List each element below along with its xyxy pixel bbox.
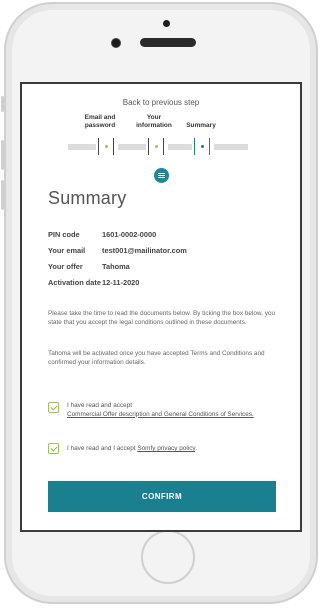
- terms-checkbox[interactable]: [48, 402, 59, 413]
- privacy-policy-link[interactable]: Somfy privacy policy: [137, 445, 195, 452]
- menu-icon: [154, 168, 169, 183]
- step-complete-dot: [105, 145, 108, 148]
- front-camera: [111, 38, 121, 48]
- step-label-summary: Summary: [186, 122, 216, 129]
- earpiece-speaker: [140, 38, 196, 47]
- summary-value: 1601-0002-0000: [102, 229, 157, 239]
- summary-row: Activation date 12-11-2020: [48, 274, 288, 290]
- step-indicator-2: [148, 138, 164, 155]
- confirm-button[interactable]: CONFIRM: [48, 481, 276, 512]
- app-screen: Back to previous step Email and password…: [20, 82, 302, 532]
- volume-down-button: [1, 180, 4, 210]
- step-indicator-1: [98, 138, 114, 155]
- page-title: Summary: [48, 188, 127, 208]
- step-current-dot: [201, 145, 204, 148]
- step-complete-dot: [155, 145, 158, 148]
- step-label-information: Your information: [136, 114, 172, 129]
- terms-link[interactable]: Commercial Offer description and General…: [67, 411, 254, 418]
- summary-value: test001@mailinator.com: [102, 245, 187, 255]
- terms-consent-text: I have read and accept Commercial Offer …: [67, 402, 254, 418]
- home-button[interactable]: [141, 530, 195, 584]
- step-track: [68, 144, 96, 150]
- step-indicator-3: [194, 138, 210, 155]
- sensor-dot: [163, 20, 170, 27]
- summary-value: Tahoma: [102, 261, 130, 271]
- step-label-email: Email and password: [84, 114, 116, 129]
- summary-label: Your offer: [48, 261, 83, 271]
- summary-label: Your email: [48, 245, 86, 255]
- privacy-consent-row: I have read and I accept Somfy privacy p…: [48, 443, 288, 454]
- summary-row: Your email test001@mailinator.com: [48, 242, 288, 258]
- progress-stepper: Email and password Your information Summ…: [28, 114, 298, 162]
- mute-switch: [1, 96, 4, 112]
- summary-value: 12-11-2020: [102, 277, 140, 287]
- back-to-previous-step-link[interactable]: Back to previous step: [22, 98, 300, 107]
- privacy-checkbox[interactable]: [48, 443, 59, 454]
- volume-up-button: [1, 140, 4, 170]
- summary-row: PIN code 1601-0002-0000: [48, 226, 288, 242]
- step-track: [118, 144, 146, 150]
- legal-intro-text: Please take the time to read the documen…: [48, 310, 276, 326]
- summary-table: PIN code 1601-0002-0000 Your email test0…: [48, 226, 288, 290]
- terms-consent-row: I have read and accept Commercial Offer …: [48, 402, 288, 419]
- activation-info-text: Tahoma will be activated once you have a…: [48, 350, 265, 366]
- summary-label: Activation date: [48, 277, 101, 287]
- privacy-consent-text: I have read and I accept Somfy privacy p…: [67, 445, 197, 452]
- summary-label: PIN code: [48, 229, 80, 239]
- summary-row: Your offer Tahoma: [48, 258, 288, 274]
- step-track: [214, 144, 248, 150]
- step-track: [168, 144, 192, 150]
